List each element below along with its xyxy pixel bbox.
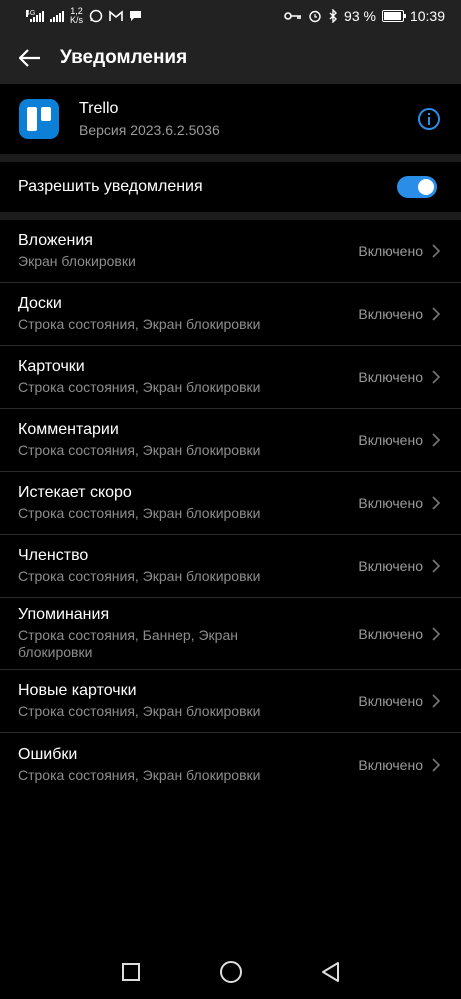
alarm-icon (309, 10, 321, 23)
battery-percent: 93 % (344, 8, 376, 24)
channel-subtitle: Экран блокировки (18, 253, 136, 269)
home-circle-icon (219, 961, 242, 983)
message-icon (130, 11, 142, 21)
app-version: Версия 2023.6.2.5036 (79, 122, 220, 138)
channel-subtitle: Строка состояния, Экран блокировки (18, 766, 261, 783)
channel-subtitle: Строка состояния, Экран блокировки (18, 505, 261, 521)
channel-title: Доски (18, 295, 62, 312)
app-info-row: Trello Версия 2023.6.2.5036 (0, 84, 461, 154)
channel-status: Включено (358, 306, 423, 322)
channel-item-comments[interactable]: Комментарии Строка состояния, Экран блоки… (0, 409, 461, 472)
channel-status: Включено (358, 625, 423, 642)
channel-subtitle: Строка состояния, Экран блокировки (18, 316, 261, 332)
app-name: Trello (79, 100, 119, 117)
channel-status: Включено (358, 693, 423, 709)
allow-notifications-label: Разрешить уведомления (18, 178, 203, 195)
app-bar: Уведомления (0, 32, 461, 84)
status-bar-left: 4G 1,2 K/s (26, 7, 142, 25)
channel-title: Ошибки (18, 745, 78, 763)
channel-item-new-cards[interactable]: Новые карточки Строка состояния, Экран бл… (0, 670, 461, 733)
channel-item-membership[interactable]: Членство Строка состояния, Экран блокиров… (0, 535, 461, 598)
channel-title: Истекает скоро (18, 484, 132, 501)
key-icon (284, 12, 302, 20)
whatsapp-icon (89, 9, 103, 23)
channel-status: Включено (358, 558, 423, 574)
channel-item-errors[interactable]: Ошибки Строка состояния, Экран блокировки… (0, 733, 461, 796)
trello-logo (19, 99, 59, 139)
channel-item-cards[interactable]: Карточки Строка состояния, Экран блокиров… (0, 346, 461, 409)
allow-notifications-toggle[interactable] (397, 176, 437, 198)
app-info-button[interactable] (403, 93, 455, 145)
back-triangle-icon (321, 962, 339, 982)
channel-title: Вложения (18, 232, 93, 249)
chevron-right-icon (432, 559, 441, 573)
app-info: Trello Версия 2023.6.2.5036 (79, 100, 403, 138)
channel-item-attachments[interactable]: Вложения Экран блокировки Включено (0, 220, 461, 283)
channel-title: Карточки (18, 358, 85, 375)
channel-status: Включено (358, 432, 423, 448)
status-bar-right: 93 % 10:39 (284, 8, 445, 24)
chevron-right-icon (432, 433, 441, 447)
channel-status: Включено (358, 369, 423, 385)
status-bar: 4G 1,2 K/s 93 % 10:39 (0, 0, 461, 32)
channel-subtitle: Строка состояния, Экран блокировки (18, 442, 261, 458)
back-button[interactable] (0, 32, 60, 84)
network-speed: 1,2 K/s (70, 7, 83, 25)
info-icon (418, 108, 440, 130)
channel-status: Включено (358, 495, 423, 511)
home-button[interactable] (216, 957, 246, 987)
section-divider (0, 212, 461, 220)
system-nav-bar (0, 945, 461, 999)
channel-title: Новые карточки (18, 682, 137, 699)
channel-subtitle: Строка состояния, Экран блокировки (18, 379, 261, 395)
bluetooth-icon (329, 9, 338, 23)
recents-square-icon (121, 963, 140, 981)
channel-subtitle: Строка состояния, Экран блокировки (18, 568, 261, 584)
channel-title: Членство (18, 547, 89, 564)
battery-icon (381, 10, 406, 22)
channel-item-mentions[interactable]: Упоминания Строка состояния, Баннер, Экра… (0, 598, 461, 670)
page-title: Уведомления (60, 47, 188, 68)
section-divider (0, 154, 461, 162)
allow-notifications-row[interactable]: Разрешить уведомления (0, 162, 461, 212)
chevron-right-icon (432, 626, 441, 641)
chevron-right-icon (432, 757, 441, 772)
gmail-icon (109, 10, 123, 21)
speed-unit: K/s (70, 15, 84, 25)
clock: 10:39 (409, 8, 445, 24)
back-arrow-icon (19, 49, 40, 67)
channel-title: Упоминания (18, 606, 110, 623)
toggle-knob (418, 179, 434, 195)
chevron-right-icon (432, 307, 441, 321)
notification-channel-list: Вложения Экран блокировки Включено Доски С… (0, 220, 461, 796)
channel-title: Комментарии (18, 421, 119, 438)
recents-button[interactable] (116, 957, 146, 987)
channel-item-expiring-soon[interactable]: Истекает скоро Строка состояния, Экран бл… (0, 472, 461, 535)
chevron-right-icon (432, 694, 441, 708)
chevron-right-icon (432, 244, 441, 258)
signal-icon-1: 4G (26, 10, 44, 22)
signal-icon-2 (50, 10, 64, 22)
channel-subtitle: Строка состояния, Баннер, Экран блокиров… (18, 627, 238, 660)
channel-status: Включено (358, 243, 423, 259)
network-type-label: 4G (26, 10, 36, 17)
channel-subtitle: Строка состояния, Экран блокировки (18, 703, 261, 719)
channel-item-boards[interactable]: Доски Строка состояния, Экран блокировки … (0, 283, 461, 346)
chevron-right-icon (432, 496, 441, 510)
chevron-right-icon (432, 370, 441, 384)
nav-back-button[interactable] (316, 957, 346, 987)
channel-status: Включено (358, 756, 423, 773)
